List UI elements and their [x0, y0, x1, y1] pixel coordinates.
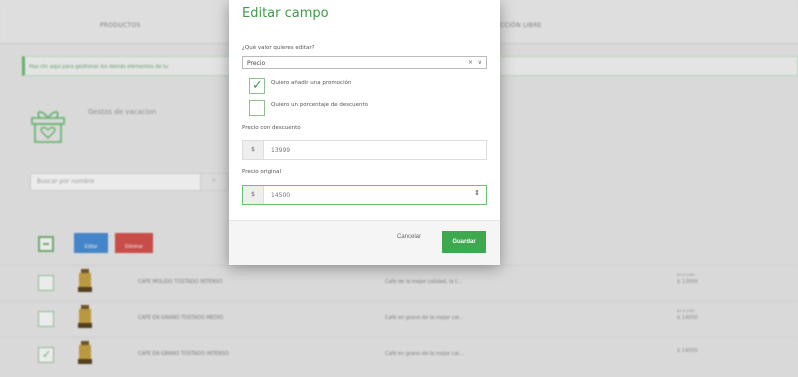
promo-checkbox[interactable]	[249, 78, 265, 94]
field-select[interactable]: Precio × ∨	[242, 56, 487, 69]
field-question-label: ¿Qué valor quieres editar?	[242, 45, 315, 51]
field-select-value: Precio	[247, 60, 266, 67]
discount-price-value: 13999	[271, 147, 291, 154]
promo-option-label[interactable]: Quiero añadir una promoción	[271, 80, 351, 86]
discount-price-field[interactable]: $ 13999	[242, 140, 487, 160]
cancel-button[interactable]: Cancelar	[397, 234, 421, 240]
original-price-label: Precio original	[242, 169, 281, 175]
discount-option-label[interactable]: Quiero un porcentaje de descuento	[271, 102, 368, 108]
clear-icon[interactable]: ×	[468, 59, 473, 66]
chevron-down-icon[interactable]: ∨	[478, 59, 482, 66]
discount-price-label: Precio con descuento	[242, 125, 301, 131]
currency-addon: $	[243, 141, 264, 159]
original-price-value: 14500	[271, 192, 291, 199]
save-button[interactable]: Guardar	[442, 231, 486, 253]
discount-checkbox[interactable]	[249, 100, 265, 116]
number-spinner-icon[interactable]: ⇕	[474, 190, 480, 197]
modal-footer: Cancelar Guardar	[229, 220, 500, 265]
original-price-field[interactable]: $ 14500 ⇕	[242, 185, 487, 205]
modal-title: Editar campo	[242, 6, 329, 21]
edit-field-modal: Editar campo ¿Qué valor quieres editar? …	[229, 0, 500, 265]
currency-addon: $	[243, 186, 264, 204]
